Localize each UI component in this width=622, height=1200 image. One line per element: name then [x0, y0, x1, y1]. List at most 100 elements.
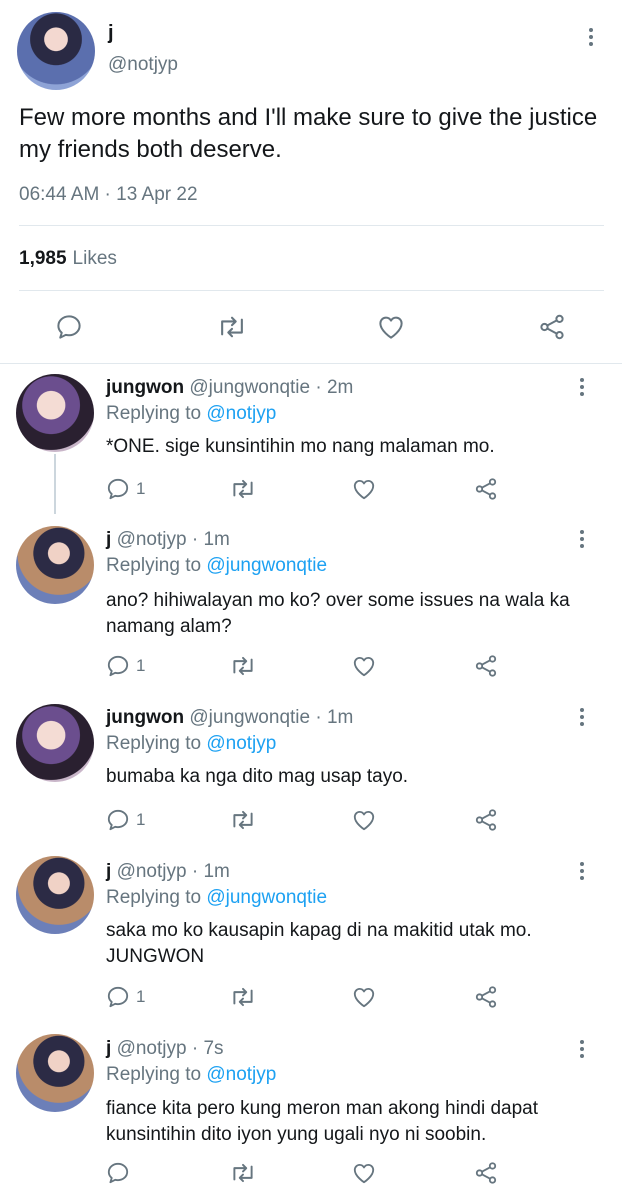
reply-tweet[interactable]: jungwon @jungwonqtie · 1m Replying to @n… [0, 692, 622, 844]
likes-count: 1,985 [19, 248, 67, 269]
author-handle[interactable]: @jungwonqtie [189, 707, 310, 728]
share-icon[interactable] [473, 1160, 499, 1186]
reply-icon[interactable]: 1 [105, 476, 145, 502]
author-name[interactable]: jungwon [106, 707, 184, 728]
replying-to-link[interactable]: @notjyp [206, 1064, 276, 1085]
tweet-text: Few more months and I'll make sure to gi… [19, 104, 598, 163]
replying-to-link[interactable]: @jungwonqtie [206, 887, 327, 908]
replying-to: Replying to @jungwonqtie [106, 555, 327, 577]
reply-tweet[interactable]: j @notjyp · 1m Replying to @jungwonqtie … [0, 844, 622, 1022]
reply-actions: 1 [0, 805, 622, 835]
likes-row[interactable]: 1,985 Likes [19, 248, 117, 270]
reply-time: · 7s [191, 1038, 224, 1059]
reply-text: fiance kita pero kung meron man akong hi… [106, 1098, 538, 1145]
reply-text: *ONE. sige kunsintihin mo nang malaman m… [106, 436, 495, 457]
share-icon[interactable] [537, 312, 567, 342]
reply-header: jungwon @jungwonqtie · 2m [106, 377, 353, 399]
main-tweet: j @notjyp Few more months and I'll make … [0, 0, 622, 364]
replying-to: Replying to @notjyp [106, 1064, 276, 1086]
retweet-icon[interactable] [229, 984, 257, 1010]
author-handle[interactable]: @notjyp [117, 861, 187, 882]
tweet-timestamp[interactable]: 06:44 AM · 13 Apr 22 [19, 184, 198, 206]
reply-actions: 1 [0, 474, 622, 504]
author-handle[interactable]: @notjyp [117, 1038, 187, 1059]
replying-label: Replying to [106, 733, 202, 754]
retweet-icon[interactable] [229, 653, 257, 679]
divider [19, 290, 604, 291]
author-name[interactable]: jungwon [106, 377, 184, 398]
replying-label: Replying to [106, 1064, 202, 1085]
author-name[interactable]: j [106, 529, 111, 550]
replying-to: Replying to @notjyp [106, 403, 276, 425]
replying-label: Replying to [106, 555, 202, 576]
share-icon[interactable] [473, 807, 499, 833]
author-handle[interactable]: @notjyp [117, 529, 187, 550]
replying-to-link[interactable]: @notjyp [206, 733, 276, 754]
like-icon[interactable] [351, 807, 377, 833]
reply-tweet[interactable]: jungwon @jungwonqtie · 2m Replying to @n… [0, 364, 622, 514]
reply-text: bumaba ka nga dito mag usap tayo. [106, 766, 409, 787]
share-icon[interactable] [473, 984, 499, 1010]
avatar[interactable] [16, 856, 94, 934]
reply-icon[interactable] [54, 312, 84, 342]
like-icon[interactable] [351, 1160, 377, 1186]
like-icon[interactable] [351, 653, 377, 679]
reply-icon[interactable]: 1 [105, 984, 145, 1010]
reply-count: 1 [136, 479, 146, 498]
replying-to-link[interactable]: @jungwonqtie [206, 555, 327, 576]
author-name[interactable]: j [106, 1038, 111, 1059]
reply-header: j @notjyp · 7s [106, 1038, 224, 1060]
reply-tweet[interactable]: j @notjyp · 7s Replying to @notjyp fianc… [0, 1022, 622, 1200]
replying-to: Replying to @jungwonqtie [106, 887, 327, 909]
replying-to-link[interactable]: @notjyp [206, 403, 276, 424]
more-options-icon[interactable] [579, 708, 585, 726]
more-options-icon[interactable] [579, 378, 585, 396]
retweet-icon[interactable] [229, 476, 257, 502]
divider [19, 225, 604, 226]
like-icon[interactable] [376, 312, 406, 342]
like-icon[interactable] [351, 984, 377, 1010]
avatar[interactable] [16, 1034, 94, 1112]
reply-time: · 2m [315, 377, 354, 398]
reply-actions: 1 [0, 651, 622, 681]
author-handle[interactable]: @notjyp [108, 54, 178, 76]
reply-actions: 1 [0, 982, 622, 1012]
avatar[interactable] [16, 374, 94, 452]
reply-time: · 1m [191, 529, 230, 550]
reply-header: jungwon @jungwonqtie · 1m [106, 707, 353, 729]
tweet-actions [0, 306, 622, 346]
more-options-icon[interactable] [579, 530, 585, 548]
retweet-icon[interactable] [229, 1160, 257, 1186]
like-icon[interactable] [351, 476, 377, 502]
reply-text: saka mo ko kausapin kapag di na makitid … [106, 920, 532, 967]
retweet-icon[interactable] [216, 312, 248, 342]
reply-icon[interactable]: 1 [105, 653, 145, 679]
share-icon[interactable] [473, 476, 499, 502]
retweet-icon[interactable] [229, 807, 257, 833]
share-icon[interactable] [473, 653, 499, 679]
more-options-icon[interactable] [579, 862, 585, 880]
author-handle[interactable]: @jungwonqtie [189, 377, 310, 398]
author-name[interactable]: j [106, 861, 111, 882]
avatar[interactable] [17, 12, 95, 90]
likes-label: Likes [72, 248, 117, 269]
replying-label: Replying to [106, 403, 202, 424]
more-options-icon[interactable] [588, 28, 594, 46]
replying-to: Replying to @notjyp [106, 733, 276, 755]
replying-label: Replying to [106, 887, 202, 908]
reply-count: 1 [136, 987, 146, 1006]
reply-count: 1 [136, 810, 146, 829]
reply-icon[interactable]: 1 [105, 807, 145, 833]
more-options-icon[interactable] [579, 1040, 585, 1058]
avatar[interactable] [16, 704, 94, 782]
reply-tweet[interactable]: j @notjyp · 1m Replying to @jungwonqtie … [0, 514, 622, 692]
avatar[interactable] [16, 526, 94, 604]
reply-time: · 1m [191, 861, 230, 882]
reply-count: 1 [136, 656, 146, 675]
reply-header: j @notjyp · 1m [106, 529, 230, 551]
reply-header: j @notjyp · 1m [106, 861, 230, 883]
author-name[interactable]: j [108, 22, 114, 45]
reply-actions [0, 1158, 622, 1188]
reply-time: · 1m [315, 707, 354, 728]
reply-icon[interactable] [105, 1160, 136, 1186]
